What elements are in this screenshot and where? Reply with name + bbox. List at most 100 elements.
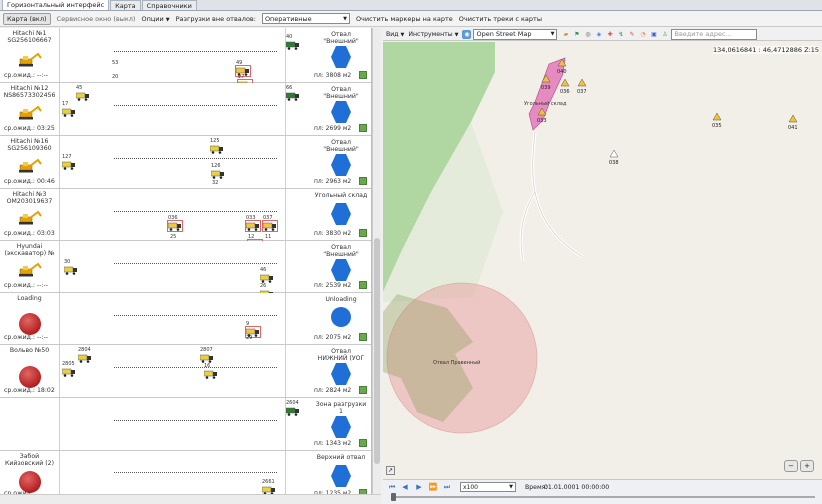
- excavator-cell[interactable]: Вольво №50 ср.ожид.: 18:02: [0, 345, 60, 397]
- dump-cell[interactable]: Верхний отвал пл: 1235 м2: [285, 451, 371, 494]
- truck-icon[interactable]: [61, 107, 76, 117]
- haul-lane: 125 127 126 32: [60, 136, 285, 188]
- tab-map[interactable]: Карта: [110, 0, 141, 10]
- truck-number: 25: [170, 234, 177, 240]
- person-icon[interactable]: ♙: [660, 30, 669, 39]
- dump-name: Отвал "Внешний": [323, 244, 359, 258]
- speed-select[interactable]: x100 ▼: [460, 482, 516, 492]
- dump-details-icon[interactable]: [359, 71, 367, 79]
- time-icon[interactable]: ◔: [638, 30, 647, 39]
- dump-details-icon[interactable]: [359, 124, 367, 132]
- dump-name: Отвал "Внешний": [323, 31, 359, 45]
- dump-cell[interactable]: Зона разгрузки 1 пл: 1343 м2: [285, 398, 371, 450]
- truck-icon[interactable]: [209, 144, 224, 154]
- ruler-icon[interactable]: ◎: [583, 30, 592, 39]
- zoom-out-button[interactable]: −: [784, 460, 798, 472]
- dump-cell[interactable]: Угольный склад пл: 3830 м2: [285, 189, 371, 240]
- rewind-icon[interactable]: ◀: [400, 483, 410, 492]
- scrollbar-thumb[interactable]: [374, 238, 380, 464]
- route-icon[interactable]: ↯: [616, 30, 625, 39]
- save-icon[interactable]: ▣: [649, 30, 658, 39]
- map-canvas[interactable]: Отвал Правенный Угольный склад 039 040 036…: [383, 42, 822, 479]
- excavator-cell[interactable]: Hitachi №3 OM203019637 ср.ожид.: 03:03: [0, 189, 60, 240]
- dump-details-icon[interactable]: [359, 229, 367, 237]
- truck-icon[interactable]: [262, 220, 278, 232]
- skip-end-icon[interactable]: ⏭: [442, 483, 452, 492]
- truck-icon[interactable]: [167, 220, 183, 232]
- route-line: [114, 158, 277, 159]
- marker-label: 036: [560, 89, 570, 95]
- clear-tracks-button[interactable]: Очистить треки с карты: [459, 15, 542, 23]
- truck-icon[interactable]: [75, 91, 90, 101]
- layers-icon[interactable]: ◈: [594, 30, 603, 39]
- excavator-name: Hitachi №3 OM203019637: [6, 191, 53, 205]
- dump-label: Отвал Правенный: [433, 359, 480, 366]
- timeline-track[interactable]: [391, 496, 815, 498]
- excavator-cell[interactable]: Забой Кийзовский (2) ср.ожид.: [0, 451, 60, 494]
- dump-details-icon[interactable]: [359, 177, 367, 185]
- play-icon[interactable]: ▶: [414, 483, 424, 492]
- excavator-cell[interactable]: Hyundai (экскаватор) № ср.ожид.: --:--: [0, 241, 60, 292]
- globe-icon[interactable]: ◉: [462, 29, 472, 39]
- unload-select[interactable]: Оперативные ▼: [261, 13, 350, 24]
- vertical-scrollbar[interactable]: [372, 28, 381, 494]
- dump-cell[interactable]: Отвал "Внешний" пл: 2963 м2: [285, 136, 371, 188]
- truck-icon[interactable]: [259, 273, 274, 283]
- dump-area: пл: 3808 м2: [314, 72, 352, 79]
- map-toggle-button[interactable]: Карта (вкл): [3, 12, 51, 25]
- dump-cell[interactable]: Unloading пл: 2075 м2: [285, 293, 371, 344]
- dump-details-icon[interactable]: [359, 439, 367, 447]
- truck-icon[interactable]: [203, 369, 218, 379]
- truck-icon[interactable]: [61, 367, 76, 377]
- options-label: Опции: [141, 14, 164, 23]
- excavator-cell[interactable]: Hitachi №12 NS86573302456 ср.ожид.: 03:25: [0, 83, 60, 135]
- tab-horizontal-interface[interactable]: Горизонтальный интерфейс: [2, 0, 110, 10]
- options-menu[interactable]: Опции ▼: [141, 15, 169, 23]
- dump-cell[interactable]: Отвал "Внешний" пл: 2539 м2: [285, 241, 371, 292]
- dump-cell[interactable]: Отвал "Внешний" пл: 3808 м2: [285, 28, 371, 82]
- forward-icon[interactable]: ⏩: [428, 483, 438, 492]
- truck-icon[interactable]: [199, 353, 214, 363]
- service-window-button[interactable]: Сервисное окно (выкл): [57, 15, 136, 23]
- horizontal-scrollbar[interactable]: [0, 494, 381, 504]
- truck-icon[interactable]: [245, 220, 261, 232]
- address-search-input[interactable]: Введите адрес...: [671, 28, 758, 40]
- dispatch-row: Hitachi №12 NS86573302456 ср.ожид.: 03:25…: [0, 83, 371, 136]
- flag-icon[interactable]: ⚑: [572, 30, 581, 39]
- truck-icon[interactable]: [77, 353, 92, 363]
- dump-details-icon[interactable]: [359, 386, 367, 394]
- dispatch-row: Loading ср.ожид.: --:-- 9 29 Unloading пл: 20…: [0, 293, 371, 345]
- excavator-name: Hitachi №16 SG256109360: [7, 138, 52, 152]
- timeline-thumb[interactable]: [391, 493, 396, 501]
- excavator-cell[interactable]: Hitachi №16 SG256109360 ср.ожид.: 00:46: [0, 136, 60, 188]
- truck-number: 20: [112, 74, 119, 80]
- playback-bar: ⏮ ◀ ▶ ⏩ ⏭ x100 ▼ Время: 01.01.0001 00:00:…: [383, 479, 822, 504]
- dump-details-icon[interactable]: [359, 333, 367, 341]
- truck-icon[interactable]: [61, 160, 76, 170]
- excavator-cell[interactable]: Hitachi №1 SG256106667 ср.ожид.: --:--: [0, 28, 60, 82]
- folder-icon[interactable]: ▰: [561, 30, 570, 39]
- map-layer-select[interactable]: Open Street Map ▼: [473, 28, 558, 40]
- dump-cell[interactable]: Отвал НИЖНИЙ (УОГ пл: 2824 м2: [285, 345, 371, 397]
- expand-icon[interactable]: ↗: [386, 466, 395, 475]
- truck-number: 53: [112, 60, 119, 66]
- tab-references[interactable]: Справочники: [141, 0, 197, 10]
- clear-markers-button[interactable]: Очистить маркеры на карте: [356, 15, 453, 23]
- truck-icon[interactable]: [261, 485, 276, 494]
- view-menu[interactable]: Вид ▼: [386, 31, 404, 38]
- tools-menu[interactable]: Инструменты ▼: [408, 31, 458, 38]
- map-panel: Вид ▼ Инструменты ▼ ◉ Open Street Map ▼ ▰…: [383, 28, 822, 504]
- truck-icon[interactable]: [63, 265, 78, 275]
- marker-icon[interactable]: ✚: [605, 30, 614, 39]
- skip-start-icon[interactable]: ⏮: [387, 483, 397, 492]
- pin-icon[interactable]: ✎: [627, 30, 636, 39]
- dump-cell[interactable]: Отвал "Внешний" пл: 2699 м2: [285, 83, 371, 135]
- zoom-in-button[interactable]: +: [800, 460, 814, 472]
- route-line: [114, 263, 277, 264]
- excavator-cell[interactable]: [0, 398, 60, 450]
- stopped-status-icon: [19, 313, 41, 335]
- zoom-controls: − +: [782, 460, 814, 472]
- excavator-cell[interactable]: Loading ср.ожид.: --:--: [0, 293, 60, 344]
- truck-icon[interactable]: [210, 169, 225, 179]
- dump-details-icon[interactable]: [359, 281, 367, 289]
